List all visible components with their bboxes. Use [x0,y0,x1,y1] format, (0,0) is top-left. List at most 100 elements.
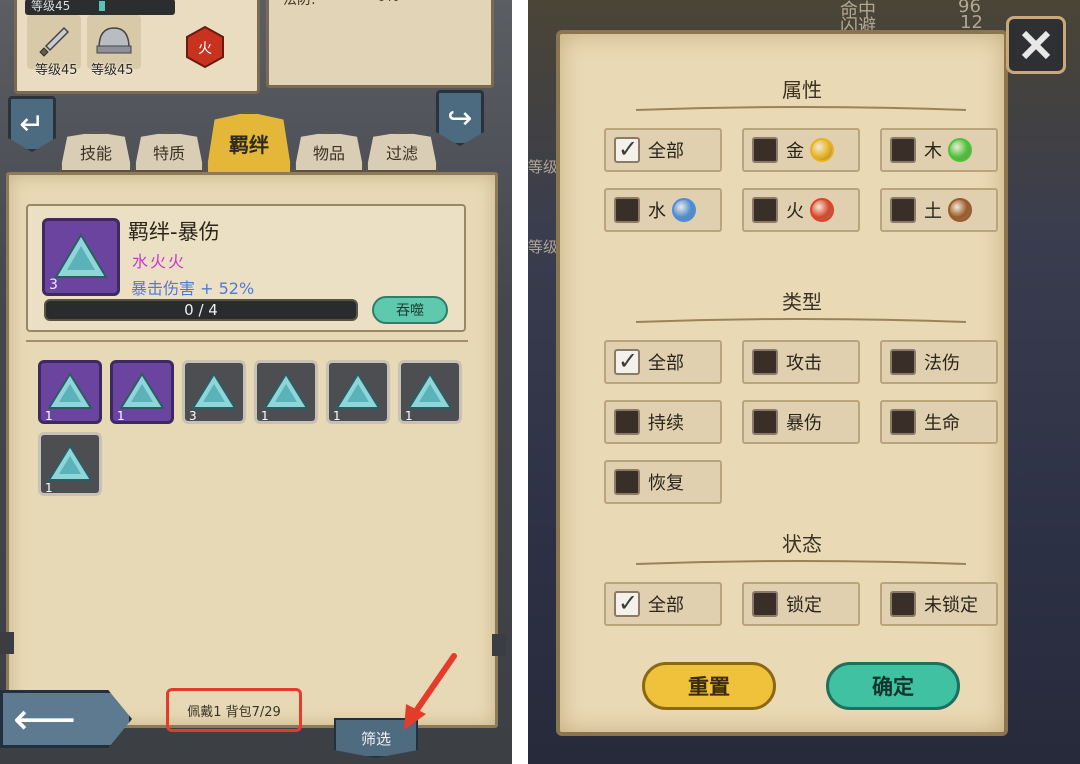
option-label: 水 [648,201,666,222]
close-button[interactable] [1006,16,1066,74]
option-label: 锁定 [786,595,822,616]
bond-effect: 暴击伤害 + 52% [131,279,255,298]
checkbox[interactable] [890,197,916,223]
tab-items[interactable]: 物品 [294,132,364,172]
filter-option-status[interactable]: 锁定 [742,582,860,626]
checkbox[interactable] [614,135,640,163]
filter-option-type[interactable]: 法伤 [880,340,998,384]
gem-slot[interactable]: 1 [254,360,318,424]
filter-option-attribute[interactable]: 木 [880,128,998,172]
gem-count: 1 [117,409,125,423]
section-divider [636,318,966,323]
filter-option-attribute[interactable]: 水 [604,188,722,232]
tab-skills[interactable]: 技能 [60,132,132,172]
option-label: 持续 [648,413,684,434]
option-label: 生命 [924,413,960,434]
option-label: 法伤 [924,353,960,374]
checkbox[interactable] [890,349,916,375]
confirm-button[interactable]: 确定 [826,662,960,710]
fire-attribute-badge: 火 [183,25,227,69]
gem-count: 1 [45,409,53,423]
checkbox[interactable] [614,347,640,375]
torn-edge [0,632,14,654]
gem-slot[interactable]: 1 [326,360,390,424]
torn-edge [492,634,506,656]
checkbox[interactable] [614,409,640,435]
filter-option-attribute[interactable]: 土 [880,188,998,232]
checkbox[interactable] [890,591,916,617]
filter-option-type[interactable]: 暴伤 [742,400,860,444]
checkbox[interactable] [752,409,778,435]
filter-option-attribute[interactable]: 火 [742,188,860,232]
filter-option-status[interactable]: 全部 [604,582,722,626]
image-divider [512,0,528,764]
checkbox[interactable] [614,589,640,617]
arrow-right-icon: ↪ [447,100,473,136]
crystal-gem-icon [47,372,93,409]
section-divider [636,560,966,565]
filter-option-attribute[interactable]: 金 [742,128,860,172]
tab-bonds[interactable]: 羁绊 [206,112,292,174]
fire-badge-text: 火 [198,41,212,57]
option-label: 攻击 [786,353,822,374]
sword-icon [39,26,70,57]
crystal-gem-icon [119,372,165,409]
filter-option-type[interactable]: 持续 [604,400,722,444]
filter-option-type[interactable]: 攻击 [742,340,860,384]
option-label: 全部 [648,595,684,616]
stats-card: 法防: 0% [266,0,494,88]
magic-defense-value: 0% [377,0,399,5]
gem-slot[interactable]: 1 [110,360,174,424]
checkbox[interactable] [752,349,778,375]
filter-option-attribute[interactable]: 全部 [604,128,722,172]
level-bar: 等级45 [25,0,175,15]
option-label: 全部 [648,141,684,162]
arrow-left-icon: ↵ [19,106,45,142]
filter-option-status[interactable]: 未锁定 [880,582,998,626]
tab-traits[interactable]: 特质 [134,132,204,172]
selected-gem[interactable]: 3 [42,218,120,296]
checkbox[interactable] [614,469,640,495]
gem-count: 1 [405,409,413,423]
gem-slot[interactable]: 1 [38,432,102,496]
gem-slot[interactable]: 1 [398,360,462,424]
gem-count: 1 [261,409,269,423]
tab-filter[interactable]: 过滤 [366,132,438,172]
helmet-level: 等级45 [91,63,134,78]
checkbox[interactable] [890,409,916,435]
gem-slot[interactable]: 3 [182,360,246,424]
section-title-type: 类型 [782,290,822,314]
level-bar-text: 等级45 [31,0,71,13]
checkbox[interactable] [890,137,916,163]
back-button[interactable]: ⟵ [0,690,132,748]
checkbox[interactable] [752,137,778,163]
filter-option-type[interactable]: 全部 [604,340,722,384]
reset-button[interactable]: 重置 [642,662,776,710]
option-label: 火 [786,201,804,222]
checkbox[interactable] [752,197,778,223]
gem-slot[interactable]: 1 [38,360,102,424]
filter-option-type[interactable]: 恢复 [604,460,722,504]
option-label: 全部 [648,353,684,374]
option-label: 土 [924,201,942,222]
fire-hexagon-icon: 火 [186,25,224,69]
ghost-text: 等级 [528,158,559,176]
crystal-gem-icon [263,372,309,409]
bond-elements: 水火火 [132,252,187,271]
option-label: 金 [786,141,804,162]
checkbox[interactable] [614,197,640,223]
gem-count: 3 [189,409,197,423]
devour-button[interactable]: 吞噬 [372,296,448,324]
divider-line [26,340,468,342]
bond-progress-bar: 0 / 4 [44,299,358,321]
filter-option-type[interactable]: 生命 [880,400,998,444]
bag-info: 佩戴1 背包7/29 [166,688,302,732]
wood-element-icon [948,138,972,162]
checkbox[interactable] [752,591,778,617]
crystal-gem-icon [335,372,381,409]
close-swords-icon [1021,30,1051,60]
option-label: 未锁定 [924,595,978,616]
earth-element-icon [948,198,972,222]
weapon-level: 等级45 [35,63,78,78]
bond-name: 羁绊-暴伤 [128,220,220,244]
